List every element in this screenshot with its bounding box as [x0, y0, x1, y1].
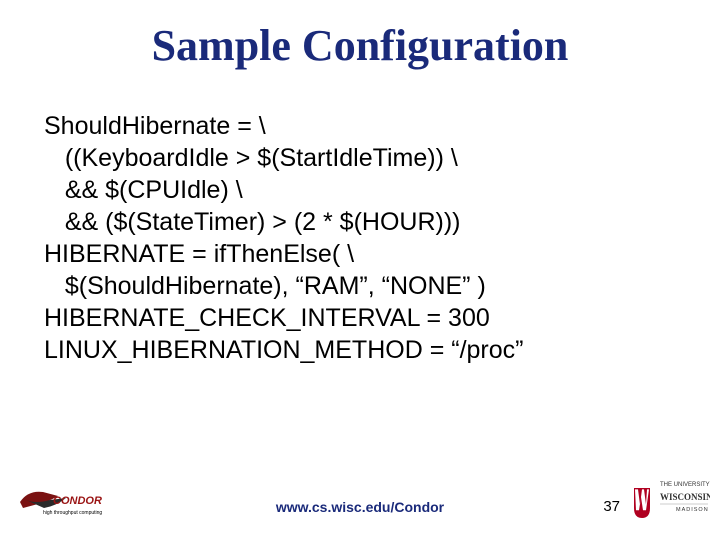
condor-logo: CONDOR high throughput computing	[18, 482, 118, 522]
slide-body: ShouldHibernate = \ ((KeyboardIdle > $(S…	[44, 110, 684, 366]
uw-logo-sub: MADISON	[676, 507, 709, 513]
slide: Sample Configuration ShouldHibernate = \…	[0, 0, 720, 540]
slide-title: Sample Configuration	[0, 22, 720, 70]
uw-logo-top: THE UNIVERSITY	[660, 482, 710, 488]
page-number: 37	[603, 498, 620, 515]
condor-logo-text: CONDOR	[53, 495, 102, 507]
condor-logo-sub: high throughput computing	[43, 510, 102, 516]
uw-logo-bottom: WISCONSIN	[660, 492, 710, 502]
uw-logo: THE UNIVERSITY WISCONSIN MADISON	[626, 478, 710, 532]
